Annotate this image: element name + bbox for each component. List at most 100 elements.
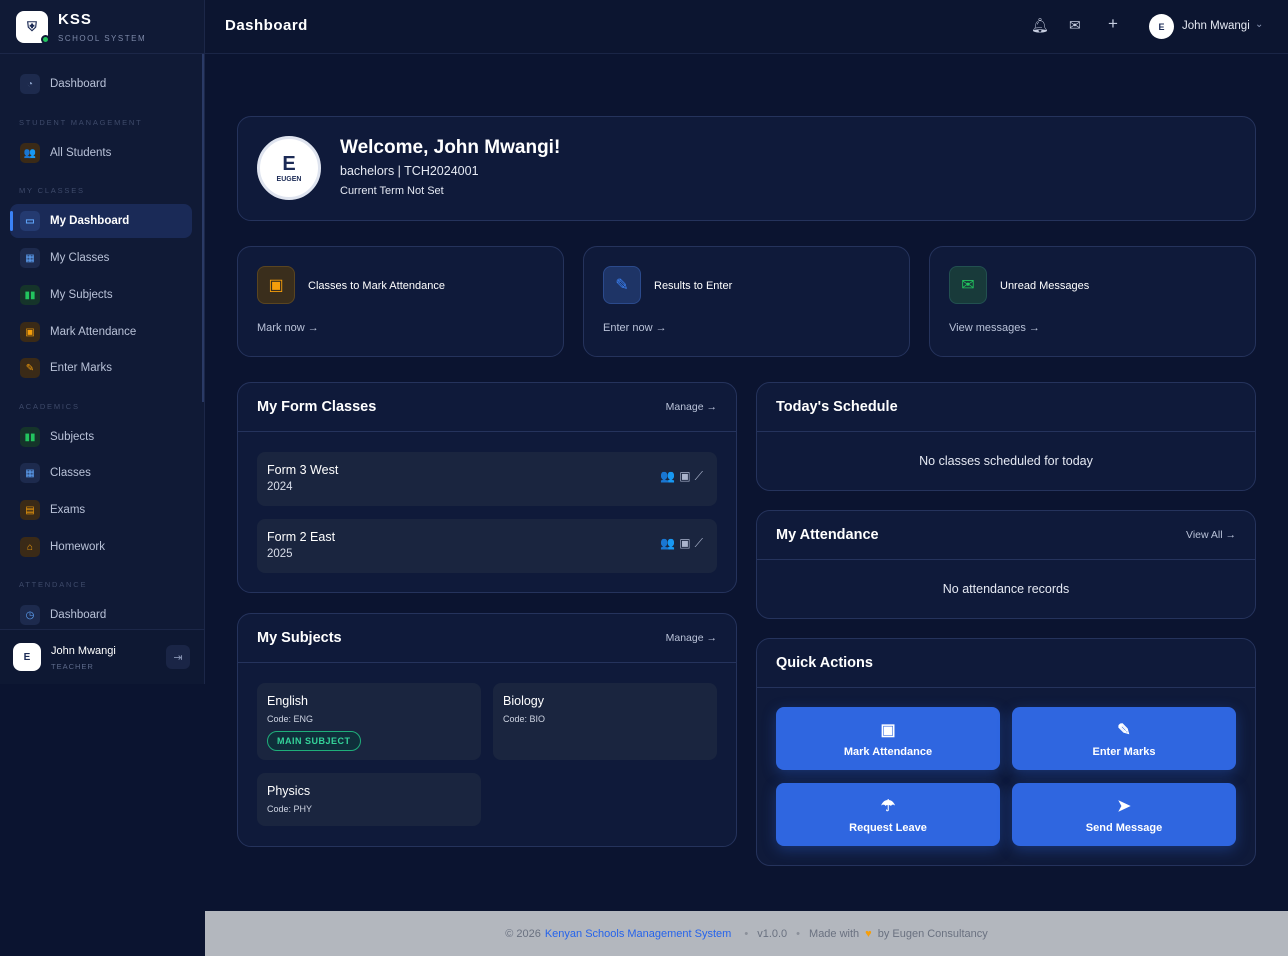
brand-subtitle: SCHOOL SYSTEM xyxy=(58,34,147,43)
sidebar-item-dashboard[interactable]: ◔ Dashboard xyxy=(10,67,192,101)
enter-now-link[interactable]: Enter now → xyxy=(603,322,667,334)
subject-item[interactable]: Biology Code: BIO xyxy=(493,683,717,760)
subject-code: Code: PHY xyxy=(267,804,313,814)
sidebar-item-all-students[interactable]: 👥 All Students xyxy=(10,136,192,170)
main-subject-badge: MAIN SUBJECT xyxy=(267,731,361,751)
sidebar-item-label: Dashboard xyxy=(50,78,107,90)
calendar-check-icon: ▣ xyxy=(257,266,295,304)
pencil-icon: ✎ xyxy=(20,358,40,378)
enter-marks-button[interactable]: ✎ Enter Marks xyxy=(1012,707,1236,770)
topbar: Dashboard 🔔︎ ✉ + E John Mwangi ⌄ xyxy=(205,0,1288,54)
page-title: Dashboard xyxy=(225,17,308,34)
mark-now-link[interactable]: Mark now → xyxy=(257,322,319,334)
subject-name: Physics xyxy=(267,784,311,798)
button-label: Enter Marks xyxy=(1092,745,1156,758)
laptop-icon: ▭ xyxy=(20,211,40,231)
button-label: Send Message xyxy=(1085,821,1163,834)
sidebar-item-subjects[interactable]: ▮▮ Subjects xyxy=(10,420,192,454)
sidebar-item-label: My Classes xyxy=(50,252,110,264)
section-academics: ACADEMICS xyxy=(19,402,80,411)
sidebar-item-label: Mark Attendance xyxy=(50,326,137,338)
home-icon: ⌂ xyxy=(20,537,40,557)
request-leave-button[interactable]: ☂ Request Leave xyxy=(776,783,1000,846)
form-class-row[interactable]: Form 3 West 2024 👥▣⟋ xyxy=(257,452,717,506)
arrow-right-icon: → xyxy=(1028,322,1040,334)
sidebar-item-mark-attendance[interactable]: ▣ Mark Attendance xyxy=(10,315,192,349)
subject-item[interactable]: Physics Code: PHY xyxy=(257,773,481,826)
clock-icon: ◷ xyxy=(20,605,40,625)
avatar[interactable]: E xyxy=(1149,14,1174,39)
file-icon: ▤ xyxy=(20,500,40,520)
sidebar-item-my-subjects[interactable]: ▮▮ My Subjects xyxy=(10,278,192,312)
sidebar-user-card: E John Mwangi TEACHER ⇥ xyxy=(0,629,204,684)
subject-name: English xyxy=(267,694,308,708)
building-icon: ▦ xyxy=(20,463,40,483)
envelope-icon: ✉ xyxy=(949,266,987,304)
sidebar-item-enter-marks[interactable]: ✎ Enter Marks xyxy=(10,351,192,385)
manage-link[interactable]: Manage → xyxy=(666,632,717,644)
calendar-check-icon[interactable]: ▣ xyxy=(679,469,694,483)
sidebar-item-exams[interactable]: ▤ Exams xyxy=(10,493,192,527)
section-student-management: STUDENT MANAGEMENT xyxy=(19,118,143,127)
card-title: Today's Schedule xyxy=(776,399,898,415)
form-classes-card: My Form Classes Manage → Form 3 West 202… xyxy=(237,382,737,593)
pencil-icon: ✎ xyxy=(1117,721,1131,739)
class-name: Form 3 West xyxy=(267,463,339,477)
empty-state: No attendance records xyxy=(942,582,1070,596)
avatar: E xyxy=(13,643,41,671)
stat-label: Unread Messages xyxy=(1000,280,1090,292)
chart-line-icon[interactable]: ⟋ xyxy=(695,536,707,550)
arrow-right-icon: → xyxy=(706,401,718,413)
view-all-link[interactable]: View All → xyxy=(1186,529,1236,541)
card-title: My Attendance xyxy=(776,527,879,543)
section-attendance: ATTENDANCE xyxy=(19,580,88,589)
manage-link[interactable]: Manage → xyxy=(666,401,717,413)
class-name: Form 2 East xyxy=(267,530,336,544)
mark-attendance-button[interactable]: ▣ Mark Attendance xyxy=(776,707,1000,770)
sidebar-item-homework[interactable]: ⌂ Homework xyxy=(10,530,192,564)
form-class-row[interactable]: Form 2 East 2025 👥▣⟋ xyxy=(257,519,717,573)
chart-line-icon[interactable]: ⟋ xyxy=(695,469,707,483)
stat-card-messages: ✉ Unread Messages View messages → xyxy=(929,246,1256,357)
view-messages-link[interactable]: View messages → xyxy=(949,322,1040,334)
class-year: 2025 xyxy=(267,548,293,560)
logout-icon[interactable]: ⇥ xyxy=(166,645,190,669)
sidebar-item-my-dashboard[interactable]: ▭ My Dashboard xyxy=(10,204,192,238)
bell-icon[interactable]: 🔔︎ xyxy=(1031,17,1049,34)
arrow-right-icon: → xyxy=(706,632,718,644)
sidebar: ⛨ KSS SCHOOL SYSTEM ◔ Dashboard STUDENT … xyxy=(0,0,205,684)
sidebar-scrollbar[interactable] xyxy=(202,54,204,402)
plus-icon[interactable]: + xyxy=(1108,14,1118,34)
calendar-check-icon[interactable]: ▣ xyxy=(679,536,694,550)
button-label: Mark Attendance xyxy=(843,745,933,758)
brand-name: KSS xyxy=(58,11,92,28)
subject-code: Code: ENG xyxy=(267,714,314,724)
footer-org-link[interactable]: Kenyan Schools Management System xyxy=(545,928,732,940)
schedule-card: Today's Schedule No classes scheduled fo… xyxy=(756,382,1256,491)
welcome-card: E EUGEN Welcome, John Mwangi! bachelors … xyxy=(237,116,1256,221)
row-actions: 👥▣⟋ xyxy=(660,536,707,551)
sidebar-item-my-classes[interactable]: ▦ My Classes xyxy=(10,241,192,275)
row-actions: 👥▣⟋ xyxy=(660,469,707,484)
send-message-button[interactable]: ➤ Send Message xyxy=(1012,783,1236,846)
sidebar-item-label: Enter Marks xyxy=(50,362,112,374)
chevron-down-icon[interactable]: ⌄ xyxy=(1255,19,1263,30)
user-menu-name[interactable]: John Mwangi xyxy=(1182,20,1250,32)
arrow-right-icon: → xyxy=(307,322,319,334)
link-text: View All xyxy=(1186,529,1223,541)
heart-icon: ♥ xyxy=(865,927,872,940)
users-icon[interactable]: 👥 xyxy=(660,536,679,550)
section-my-classes: MY CLASSES xyxy=(19,186,85,195)
sidebar-item-label: My Subjects xyxy=(50,289,113,301)
arrow-right-icon: → xyxy=(1225,529,1237,541)
users-icon[interactable]: 👥 xyxy=(660,469,679,483)
book-icon: ▮▮ xyxy=(20,285,40,305)
envelope-icon[interactable]: ✉ xyxy=(1069,17,1081,34)
subject-code: Code: BIO xyxy=(503,714,546,724)
subjects-card: My Subjects Manage → English Code: ENG M… xyxy=(237,613,737,847)
sidebar-item-classes[interactable]: ▦ Classes xyxy=(10,456,192,490)
sidebar-item-attendance-dashboard[interactable]: ◷ Dashboard xyxy=(10,598,192,632)
welcome-title: Welcome, John Mwangi! xyxy=(340,137,561,158)
current-term: Current Term Not Set xyxy=(340,185,444,197)
subject-item[interactable]: English Code: ENG MAIN SUBJECT xyxy=(257,683,481,760)
